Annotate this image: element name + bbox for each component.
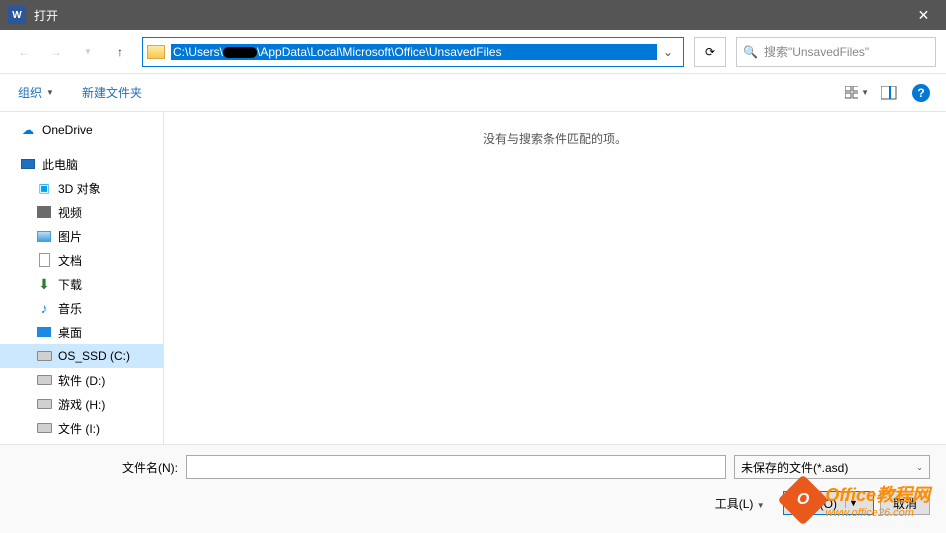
back-button[interactable]: ←: [10, 38, 38, 66]
filename-label: 文件名(N):: [16, 459, 186, 476]
sidebar-label: 音乐: [58, 300, 82, 317]
address-path: C:\Users\ \AppData\Local\Microsoft\Office…: [171, 44, 657, 60]
sidebar-label: 此电脑: [42, 156, 78, 173]
help-button[interactable]: ?: [908, 80, 934, 106]
sidebar-item-drive-h[interactable]: 游戏 (H:): [0, 392, 163, 416]
sidebar-item-drive-d[interactable]: 软件 (D:): [0, 368, 163, 392]
sidebar-item-3d[interactable]: ▣ 3D 对象: [0, 176, 163, 200]
navigation-bar: ← → ▼ ↑ C:\Users\ \AppData\Local\Microsof…: [0, 30, 946, 74]
navigation-tree[interactable]: ☁ OneDrive 此电脑 ▣ 3D 对象 视频 图片 文档 ⬇ 下载: [0, 112, 164, 444]
sidebar-item-music[interactable]: ♪ 音乐: [0, 296, 163, 320]
picture-icon: [36, 228, 52, 244]
preview-pane-icon: [881, 86, 897, 100]
film-icon: [36, 204, 52, 220]
chevron-down-icon: ▼: [46, 88, 54, 97]
drive-icon: [36, 396, 52, 412]
redacted-username: [223, 47, 257, 58]
preview-pane-button[interactable]: [876, 80, 902, 106]
tools-label: 工具(L): [715, 497, 754, 511]
path-prefix: C:\Users\: [173, 45, 223, 59]
file-list-area[interactable]: 没有与搜索条件匹配的项。: [164, 112, 946, 444]
up-button[interactable]: ↑: [106, 38, 134, 66]
path-suffix: \AppData\Local\Microsoft\Office\UnsavedF…: [257, 45, 502, 59]
folder-icon: [147, 45, 165, 59]
drive-icon: [36, 348, 52, 364]
tools-button[interactable]: 工具(L) ▼: [715, 495, 765, 512]
refresh-button[interactable]: ⟳: [694, 37, 726, 67]
forward-button[interactable]: →: [42, 38, 70, 66]
sidebar-label: 图片: [58, 228, 82, 245]
grid-view-icon: [845, 86, 858, 100]
sidebar-label: OneDrive: [42, 123, 93, 137]
chevron-down-icon: ⌄: [916, 463, 923, 472]
open-split-icon[interactable]: ▼: [845, 498, 861, 508]
address-dropdown-icon[interactable]: ⌄: [657, 45, 679, 59]
toolbar: 组织 ▼ 新建文件夹 ▼ ?: [0, 74, 946, 112]
sidebar-label: 3D 对象: [58, 180, 101, 197]
sidebar-item-pictures[interactable]: 图片: [0, 224, 163, 248]
drive-icon: [36, 420, 52, 436]
chevron-down-icon: ▼: [861, 88, 869, 97]
word-app-icon: W: [8, 6, 26, 24]
filetype-label: 未保存的文件(*.asd): [741, 459, 848, 476]
help-icon: ?: [912, 84, 930, 102]
sidebar-label: 下载: [58, 276, 82, 293]
sidebar-item-videos[interactable]: 视频: [0, 200, 163, 224]
sidebar-label: OS_SSD (C:): [58, 349, 130, 363]
filetype-combo[interactable]: 未保存的文件(*.asd) ⌄: [734, 455, 930, 479]
organize-label: 组织: [18, 84, 42, 101]
sidebar-item-documents[interactable]: 文档: [0, 248, 163, 272]
empty-message: 没有与搜索条件匹配的项。: [483, 130, 627, 444]
new-folder-label: 新建文件夹: [82, 84, 142, 101]
recent-dropdown[interactable]: ▼: [74, 38, 102, 66]
main-area: ☁ OneDrive 此电脑 ▣ 3D 对象 视频 图片 文档 ⬇ 下载: [0, 112, 946, 444]
dialog-footer: 文件名(N): 未保存的文件(*.asd) ⌄ 工具(L) ▼ 打开(O) ▼ …: [0, 444, 946, 533]
sidebar-label: 文档: [58, 252, 82, 269]
sidebar-label: 桌面: [58, 324, 82, 341]
cube-icon: ▣: [36, 180, 52, 196]
search-icon: 🔍: [743, 45, 758, 59]
onedrive-icon: ☁: [20, 122, 36, 138]
window-title: 打开: [34, 7, 901, 24]
sidebar-item-onedrive[interactable]: ☁ OneDrive: [0, 118, 163, 142]
sidebar-label: 视频: [58, 204, 82, 221]
close-button[interactable]: ✕: [901, 0, 946, 30]
sidebar-label: 文件 (I:): [58, 420, 100, 437]
open-button[interactable]: 打开(O) ▼: [783, 491, 874, 515]
filename-input[interactable]: [186, 455, 726, 479]
sidebar-item-drive-i[interactable]: 文件 (I:): [0, 416, 163, 440]
desktop-icon: [36, 324, 52, 340]
sidebar-item-downloads[interactable]: ⬇ 下载: [0, 272, 163, 296]
sidebar-item-desktop[interactable]: 桌面: [0, 320, 163, 344]
new-folder-button[interactable]: 新建文件夹: [76, 80, 148, 105]
download-icon: ⬇: [36, 276, 52, 292]
cancel-label: 取消: [893, 495, 917, 512]
sidebar-item-drive-c[interactable]: OS_SSD (C:): [0, 344, 163, 368]
cancel-button[interactable]: 取消: [880, 491, 930, 515]
titlebar: W 打开 ✕: [0, 0, 946, 30]
sidebar-label: 游戏 (H:): [58, 396, 105, 413]
sidebar-label: 软件 (D:): [58, 372, 105, 389]
view-options-button[interactable]: ▼: [844, 80, 870, 106]
drive-icon: [36, 372, 52, 388]
pc-icon: [20, 156, 36, 172]
organize-button[interactable]: 组织 ▼: [12, 80, 60, 105]
chevron-down-icon: ▼: [757, 501, 765, 510]
search-input[interactable]: 🔍 搜索"UnsavedFiles": [736, 37, 936, 67]
document-icon: [36, 252, 52, 268]
open-label: 打开(O): [796, 495, 837, 512]
address-bar[interactable]: C:\Users\ \AppData\Local\Microsoft\Office…: [142, 37, 684, 67]
music-icon: ♪: [36, 300, 52, 316]
sidebar-item-thispc[interactable]: 此电脑: [0, 152, 163, 176]
search-placeholder: 搜索"UnsavedFiles": [764, 43, 869, 60]
